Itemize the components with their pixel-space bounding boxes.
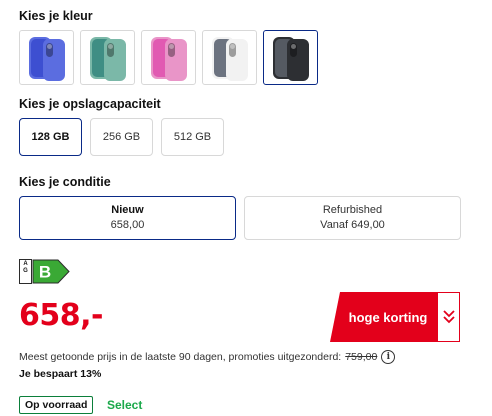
- condition-title: Refurbished: [322, 204, 383, 216]
- condition-section-label: Kies je conditie: [19, 175, 111, 189]
- deal-badge-label[interactable]: hoge korting: [330, 292, 440, 342]
- color-section-label: Kies je kleur: [19, 9, 93, 23]
- stock-badge: Op voorraad: [19, 396, 94, 414]
- condition-title: Nieuw: [111, 204, 144, 216]
- storage-option-256[interactable]: 256 GB: [90, 118, 153, 156]
- color-swatch-ultramarine[interactable]: [19, 30, 74, 85]
- price-note: Meest getoonde prijs in de laatste 90 da…: [19, 350, 396, 364]
- energy-scale-text: A G: [23, 261, 28, 274]
- energy-label[interactable]: A G B: [19, 259, 71, 284]
- storage-section-label: Kies je opslagcapaciteit: [19, 97, 161, 111]
- color-swatch-teal[interactable]: [80, 30, 135, 85]
- savings-text: Je bespaart 13%: [19, 368, 102, 380]
- condition-price: Vanaf 649,00: [320, 219, 385, 231]
- condition-options: Nieuw 658,00 Refurbished Vanaf 649,00: [19, 196, 461, 240]
- phone-image: [209, 36, 251, 81]
- condition-option-new[interactable]: Nieuw 658,00: [19, 196, 236, 240]
- chevron-double-down-icon: [442, 310, 455, 324]
- phone-image: [26, 36, 68, 81]
- old-price: 759,00: [345, 351, 378, 363]
- condition-price: 658,00: [110, 219, 145, 231]
- energy-grade-arrow: B: [32, 259, 70, 284]
- storage-option-128[interactable]: 128 GB: [19, 118, 82, 156]
- phone-image: [270, 36, 312, 81]
- price-note-text: Meest getoonde prijs in de laatste 90 da…: [19, 351, 342, 363]
- select-label[interactable]: Select: [107, 398, 142, 412]
- color-swatches: [19, 30, 318, 85]
- info-icon[interactable]: i: [381, 350, 396, 364]
- price: 658,-: [19, 298, 103, 333]
- energy-grade-text: B: [39, 263, 51, 282]
- color-swatch-white[interactable]: [202, 30, 257, 85]
- color-swatch-pink[interactable]: [141, 30, 196, 85]
- condition-option-refurbished[interactable]: Refurbished Vanaf 649,00: [244, 196, 461, 240]
- energy-scale: A G: [19, 259, 32, 284]
- phone-image: [148, 36, 190, 81]
- storage-options: 128 GB 256 GB 512 GB: [19, 118, 224, 156]
- color-swatch-black[interactable]: [263, 30, 318, 85]
- storage-option-512[interactable]: 512 GB: [161, 118, 224, 156]
- deal-badge: hoge korting: [330, 292, 460, 342]
- phone-image: [87, 36, 129, 81]
- deal-expand-button[interactable]: [438, 292, 460, 342]
